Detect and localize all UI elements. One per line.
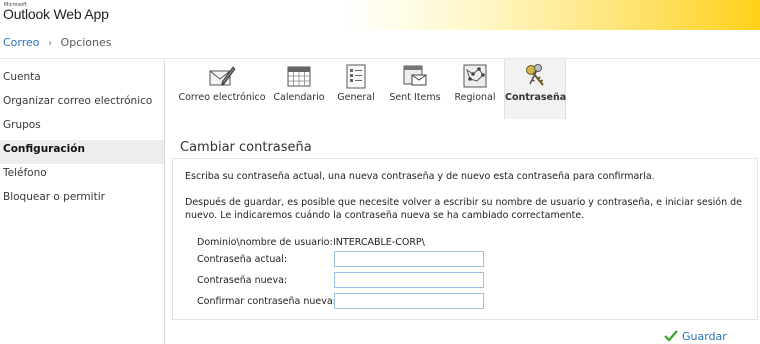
sidebar-item-groups[interactable]: Grupos bbox=[0, 116, 164, 140]
current-password-label: Contraseña actual: bbox=[197, 254, 288, 265]
confirm-password-input[interactable] bbox=[334, 293, 484, 309]
tab-sent-items[interactable]: Sent Items bbox=[384, 59, 446, 119]
tab-regional-label: Regional bbox=[454, 92, 496, 103]
current-password-input[interactable] bbox=[334, 251, 484, 267]
top-banner: Microsoft Outlook Web App bbox=[0, 0, 760, 30]
tab-sent-items-label: Sent Items bbox=[389, 92, 441, 103]
domain-value: INTERCABLE-CORP\ bbox=[333, 237, 425, 248]
breadcrumb: Correo › Opciones bbox=[3, 36, 111, 49]
new-password-input[interactable] bbox=[334, 272, 484, 288]
options-sidebar: Cuenta Organizar correo electrónico Grup… bbox=[0, 68, 164, 212]
sent-items-icon bbox=[403, 65, 427, 86]
tab-password[interactable]: Contraseña bbox=[504, 59, 566, 119]
sidebar-item-phone[interactable]: Teléfono bbox=[0, 164, 164, 188]
tab-mail-label: Correo electrónico bbox=[178, 92, 266, 103]
general-settings-icon bbox=[346, 64, 366, 89]
mail-pen-icon bbox=[209, 66, 236, 86]
tab-calendar[interactable]: Calendario bbox=[270, 59, 328, 119]
tab-regional[interactable]: Regional bbox=[448, 59, 502, 119]
tab-mail[interactable]: Correo electrónico bbox=[176, 59, 268, 119]
intro-text: Escriba su contraseña actual, una nueva … bbox=[185, 171, 655, 182]
tab-general[interactable]: General bbox=[330, 59, 382, 119]
save-button-label: Guardar bbox=[682, 330, 727, 343]
breadcrumb-current: Opciones bbox=[60, 36, 112, 49]
confirm-password-label: Confirmar contraseña nueva: bbox=[197, 296, 336, 307]
tab-password-label: Contraseña bbox=[505, 92, 567, 103]
regional-map-icon bbox=[463, 64, 487, 88]
section-title: Cambiar contraseña bbox=[180, 140, 312, 155]
sidebar-item-settings[interactable]: Configuración bbox=[0, 140, 164, 164]
sidebar-divider bbox=[164, 60, 165, 344]
tab-general-label: General bbox=[337, 92, 375, 103]
sidebar-item-block-allow[interactable]: Bloquear o permitir bbox=[0, 188, 164, 212]
change-password-panel: Escriba su contraseña actual, una nueva … bbox=[172, 158, 758, 320]
sidebar-item-account[interactable]: Cuenta bbox=[0, 68, 164, 92]
calendar-icon bbox=[287, 66, 311, 87]
domain-label: Dominio\nombre de usuario: bbox=[197, 237, 333, 248]
app-logo[interactable]: Outlook Web App bbox=[3, 6, 109, 22]
breadcrumb-chevron-icon: › bbox=[48, 38, 53, 49]
note-text-line1: Después de guardar, es posible que neces… bbox=[185, 197, 743, 208]
new-password-label: Contraseña nueva: bbox=[197, 275, 288, 286]
tab-calendar-label: Calendario bbox=[273, 92, 325, 103]
checkmark-icon bbox=[664, 330, 678, 342]
keys-icon bbox=[526, 64, 544, 86]
breadcrumb-mail-link[interactable]: Correo bbox=[3, 36, 40, 49]
note-text-line2: nuevo. Le indicaremos cuándo la contrase… bbox=[185, 210, 585, 221]
sidebar-item-organize-mail[interactable]: Organizar correo electrónico bbox=[0, 92, 164, 116]
